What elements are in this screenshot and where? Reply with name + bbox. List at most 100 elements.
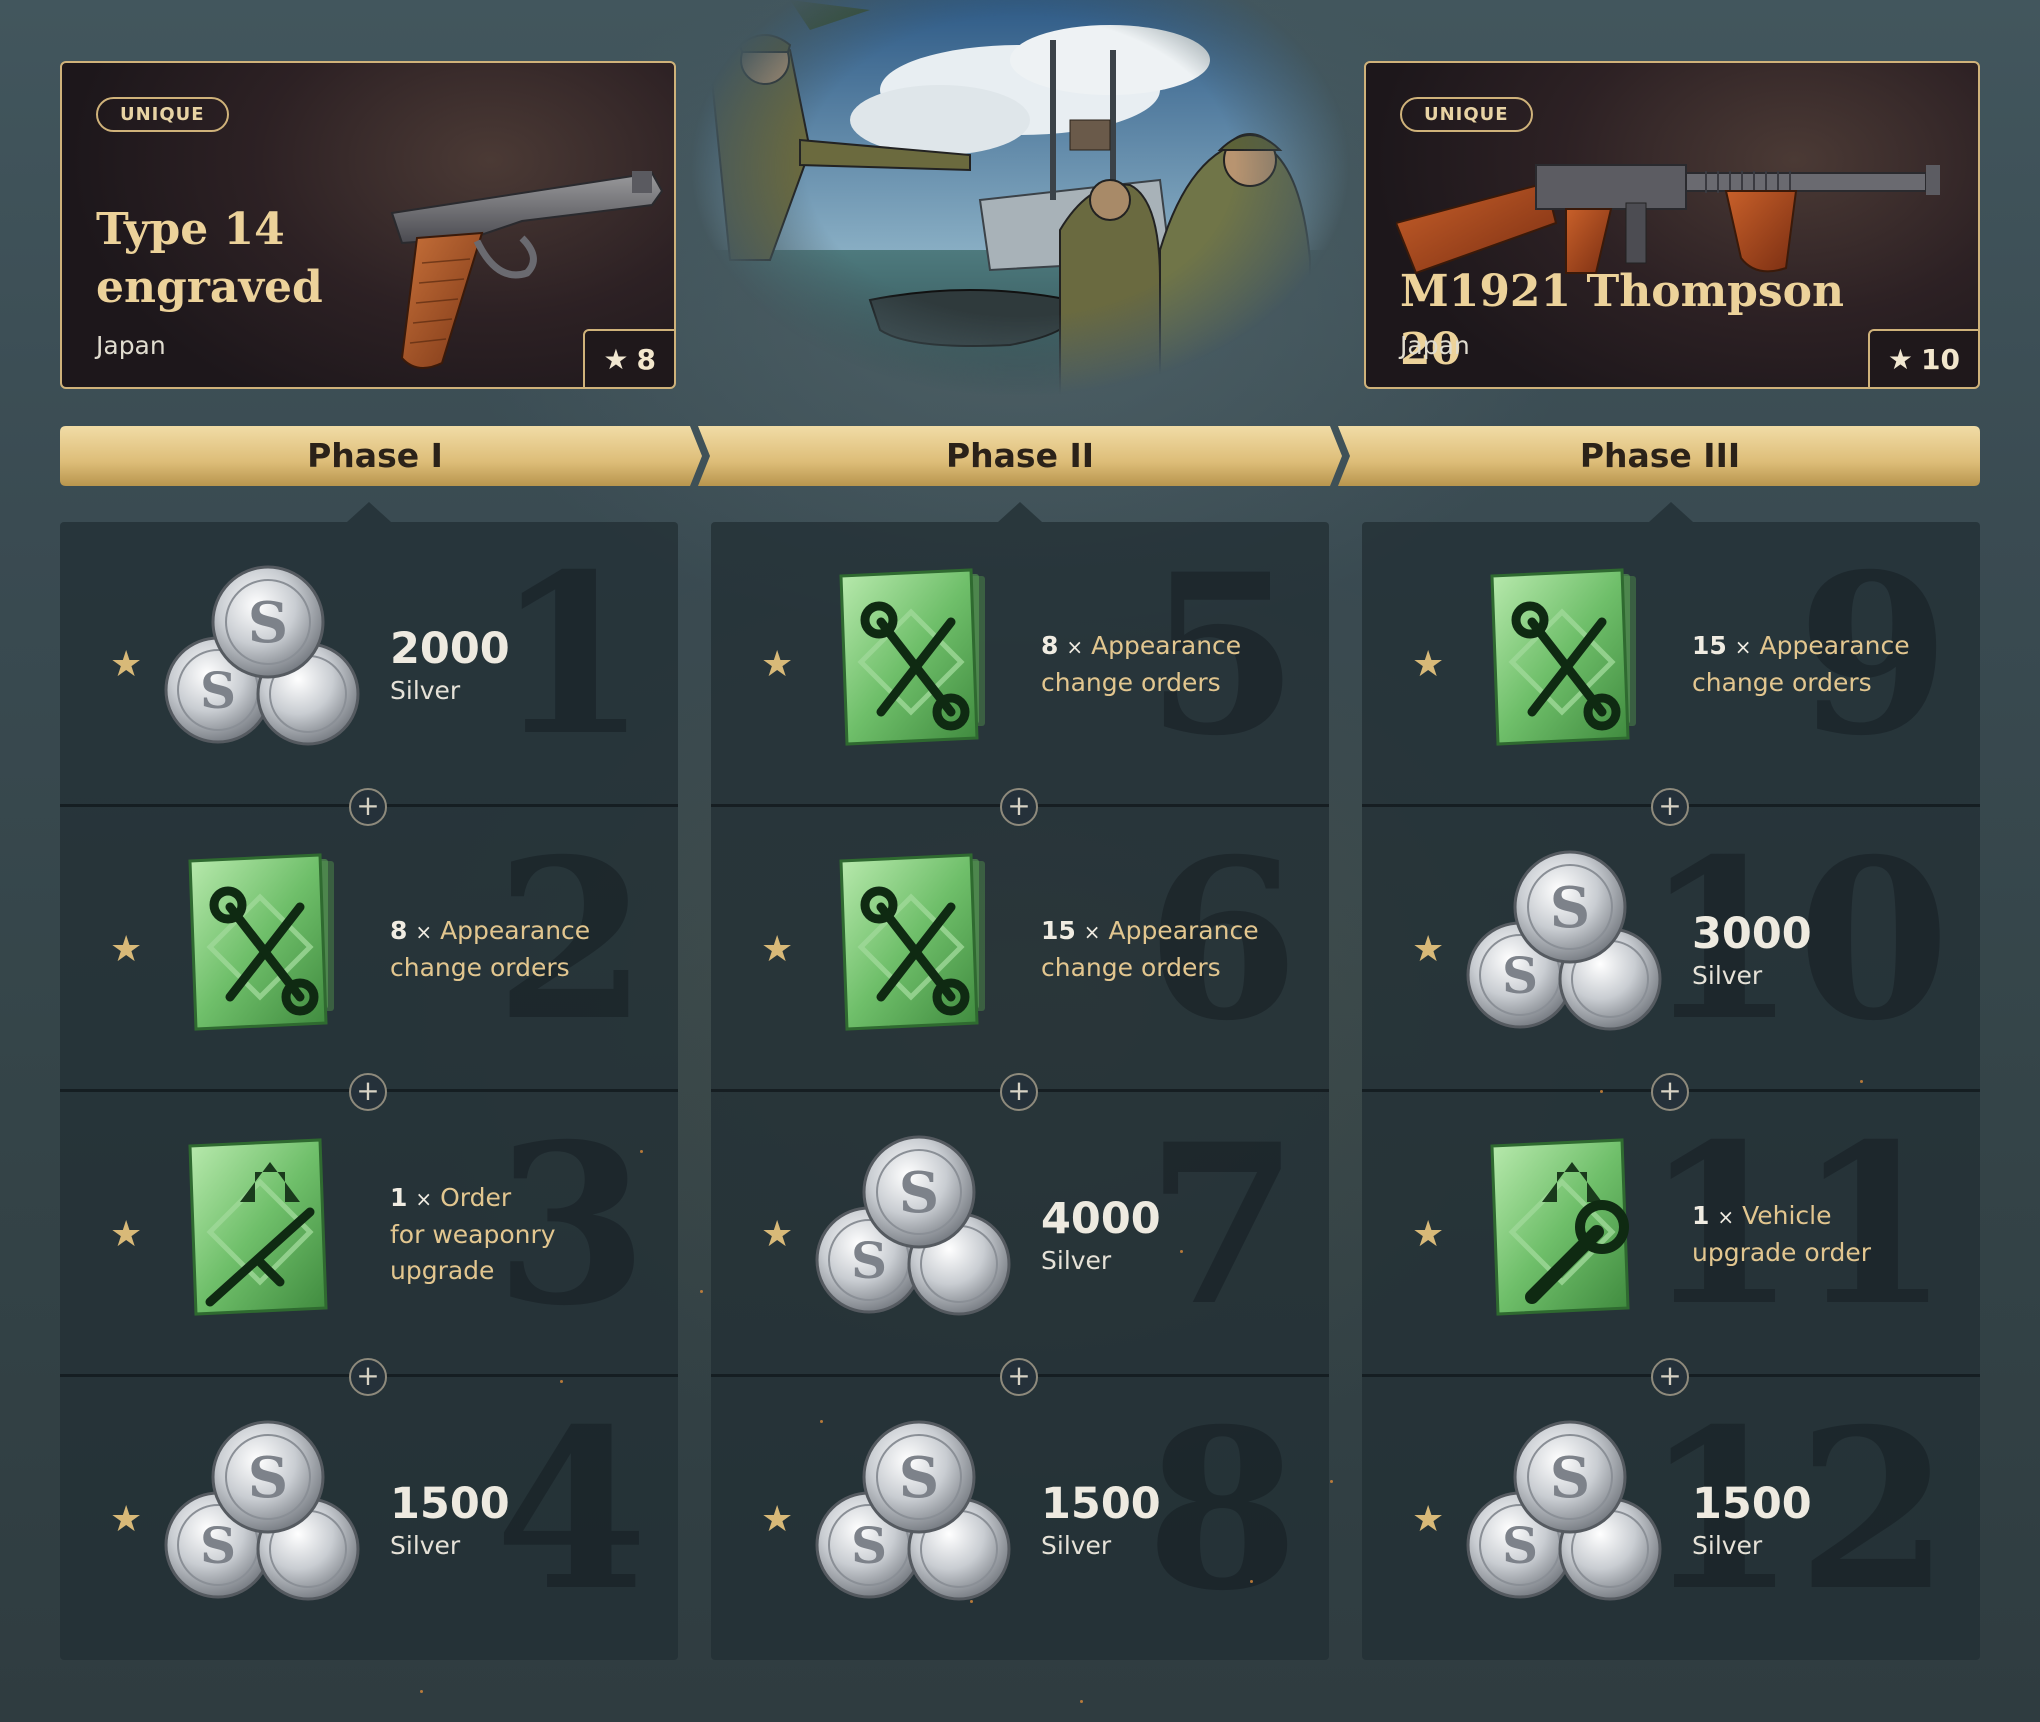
weapon-name: Type 14 engraved bbox=[96, 204, 323, 313]
order-line-1: 15 × Appearance bbox=[1692, 628, 1962, 665]
reward-text: 15 × Appearance change orders bbox=[1041, 807, 1311, 1089]
star-icon: ★ bbox=[761, 1214, 794, 1255]
svg-text:S: S bbox=[851, 1516, 887, 1575]
star-icon: ★ bbox=[1412, 1214, 1445, 1255]
star-icon: ★ bbox=[761, 929, 794, 970]
star-icon: ★ bbox=[110, 929, 143, 970]
reward-text: 8 × Appearance change orders bbox=[1041, 522, 1311, 804]
silver-unit: Silver bbox=[1041, 1245, 1112, 1275]
weapon-nation: Japan bbox=[96, 331, 166, 360]
times-symbol: × bbox=[415, 920, 433, 944]
order-count: 15 bbox=[1692, 631, 1727, 660]
star-icon: ★ bbox=[110, 644, 143, 685]
appearance-order-icon bbox=[1462, 562, 1672, 772]
reward-row[interactable]: 12 ★ S S 1500 Silver bbox=[1362, 1377, 1980, 1662]
star-icon: ★ bbox=[110, 1499, 143, 1540]
plus-connector-icon: + bbox=[1000, 1073, 1038, 1111]
reward-text: 2000 Silver bbox=[390, 522, 660, 804]
times-symbol: × bbox=[1066, 635, 1084, 659]
reward-row[interactable]: 9 ★ 15 × Appearance change orders bbox=[1362, 522, 1980, 807]
star-icon: ★ bbox=[761, 1499, 794, 1540]
plus-connector-icon: + bbox=[1000, 788, 1038, 826]
reward-text: 3000 Silver bbox=[1692, 807, 1962, 1089]
times-symbol: × bbox=[415, 1187, 433, 1211]
phase-column-3: 9 ★ 15 × Appearance change orders+ 10 ★ bbox=[1362, 502, 1980, 1662]
reward-text: 1500 Silver bbox=[390, 1377, 660, 1662]
star-icon: ★ bbox=[110, 1214, 143, 1255]
reward-text: 1 × Order for weaponry upgrade bbox=[390, 1092, 660, 1374]
silver-unit: Silver bbox=[390, 1530, 461, 1560]
reward-text: 15 × Appearance change orders bbox=[1692, 522, 1962, 804]
reward-row[interactable]: 3 ★ 1 × Order for weaponry upgrade bbox=[60, 1092, 678, 1377]
silver-amount: 2000 bbox=[390, 623, 510, 674]
reward-text: 4000 Silver bbox=[1041, 1092, 1311, 1374]
silver-amount: 1500 bbox=[390, 1478, 510, 1529]
silver-amount: 1500 bbox=[1692, 1478, 1812, 1529]
order-line-2: for weaponry bbox=[390, 1220, 556, 1249]
submachine-gun-icon bbox=[1396, 164, 1940, 275]
order-line-2: change orders bbox=[1041, 668, 1221, 697]
order-line-1: 1 × Vehicle bbox=[1692, 1198, 1962, 1235]
unique-badge: UNIQUE bbox=[96, 97, 229, 132]
times-symbol: × bbox=[1734, 635, 1752, 659]
event-illustration bbox=[690, 0, 1350, 395]
order-name: Appearance bbox=[1759, 631, 1910, 660]
order-line-2: change orders bbox=[1692, 668, 1872, 697]
order-name: Vehicle bbox=[1742, 1201, 1832, 1230]
reward-card-type14[interactable]: UNIQUE Type 14 engraved Japan ★ 8 bbox=[60, 61, 676, 389]
appearance-order-icon bbox=[811, 847, 1021, 1057]
reward-text: 8 × Appearance change orders bbox=[390, 807, 660, 1089]
order-line-1: 15 × Appearance bbox=[1041, 913, 1311, 950]
column-notch bbox=[998, 502, 1042, 522]
tab-phase-3[interactable]: Phase III bbox=[1345, 426, 1975, 486]
star-icon: ★ bbox=[1412, 1499, 1445, 1540]
svg-text:S: S bbox=[200, 661, 236, 720]
silver-unit: Silver bbox=[1692, 960, 1763, 990]
star-icon: ★ bbox=[1412, 929, 1445, 970]
tab-phase-2[interactable]: Phase II bbox=[705, 426, 1335, 486]
silver-amount: 1500 bbox=[1041, 1478, 1161, 1529]
silver-coins-icon: S S bbox=[811, 1132, 1021, 1342]
order-count: 1 bbox=[1692, 1201, 1710, 1230]
reward-row[interactable]: 6 ★ 15 × Appearance change orders bbox=[711, 807, 1329, 1092]
reward-row[interactable]: 2 ★ 8 × Appearance change orders bbox=[60, 807, 678, 1092]
times-symbol: × bbox=[1717, 1205, 1735, 1229]
plus-connector-icon: + bbox=[349, 1073, 387, 1111]
rating-value: 10 bbox=[1921, 342, 1960, 376]
order-line-3: upgrade bbox=[390, 1256, 495, 1285]
tab-phase-1[interactable]: Phase I bbox=[60, 426, 690, 486]
silver-coins-icon: S S bbox=[811, 1417, 1021, 1627]
reward-row[interactable]: 10 ★ S S 3000 Silver bbox=[1362, 807, 1980, 1092]
order-line-1: 8 × Appearance bbox=[1041, 628, 1311, 665]
phase-column-1: 1 ★ S S 2000 Silver + 2 ★ 8 × Appearance… bbox=[60, 502, 678, 1662]
svg-text:S: S bbox=[1502, 946, 1538, 1005]
reward-row[interactable]: 11 ★ 1 × Vehicle upgrade order bbox=[1362, 1092, 1980, 1377]
order-name: Appearance bbox=[1108, 916, 1259, 945]
reward-row[interactable]: 7 ★ S S 4000 Silver bbox=[711, 1092, 1329, 1377]
silver-coins-icon: S S bbox=[1462, 847, 1672, 1057]
svg-text:S: S bbox=[899, 1445, 939, 1511]
reward-row[interactable]: 4 ★ S S 1500 Silver bbox=[60, 1377, 678, 1662]
svg-text:S: S bbox=[1550, 875, 1590, 941]
reward-row[interactable]: 1 ★ S S 2000 Silver bbox=[60, 522, 678, 807]
appearance-order-icon bbox=[811, 562, 1021, 772]
star-icon: ★ bbox=[1412, 644, 1445, 685]
rating-value: 8 bbox=[636, 342, 656, 376]
svg-text:S: S bbox=[248, 590, 288, 656]
order-line-1: 8 × Appearance bbox=[390, 913, 660, 950]
rating-badge: ★ 8 bbox=[583, 329, 674, 387]
plus-connector-icon: + bbox=[1000, 1358, 1038, 1396]
order-count: 15 bbox=[1041, 916, 1076, 945]
phase-bar: Phase I Phase II Phase III bbox=[60, 426, 1980, 486]
svg-text:S: S bbox=[200, 1516, 236, 1575]
reward-row[interactable]: 8 ★ S S 1500 Silver bbox=[711, 1377, 1329, 1662]
order-count: 8 bbox=[390, 916, 408, 945]
reward-card-thompson[interactable]: UNIQUE M1921 Thompson 20 Japan ★ 10 bbox=[1364, 61, 1980, 389]
plus-connector-icon: + bbox=[1651, 1073, 1689, 1111]
reward-row[interactable]: 5 ★ 8 × Appearance change orders bbox=[711, 522, 1329, 807]
star-icon: ★ bbox=[1887, 342, 1914, 376]
silver-coins-icon: S S bbox=[1462, 1417, 1672, 1627]
reward-text: 1500 Silver bbox=[1041, 1377, 1311, 1662]
phase-column-2: 5 ★ 8 × Appearance change orders + 6 ★ 1… bbox=[711, 502, 1329, 1662]
silver-amount: 3000 bbox=[1692, 908, 1812, 959]
